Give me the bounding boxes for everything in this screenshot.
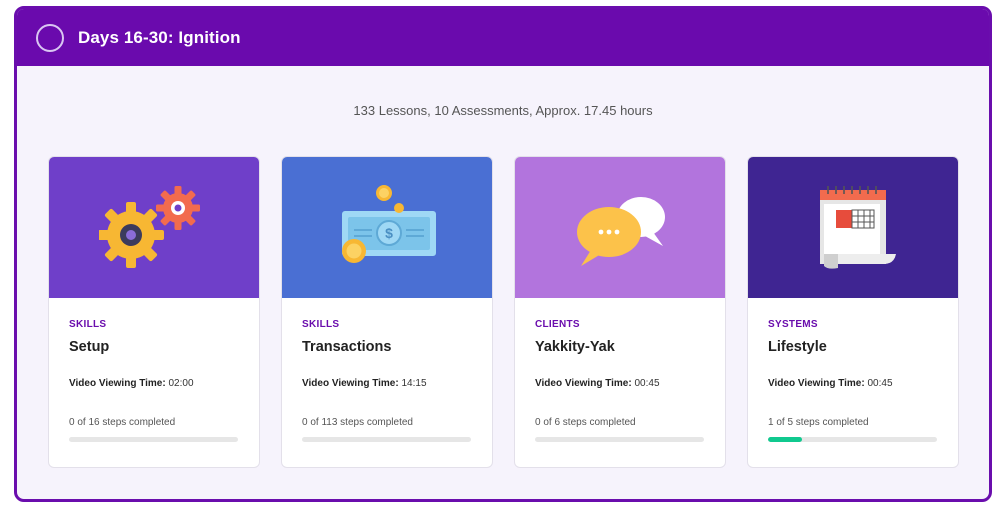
card-category: SKILLS <box>69 319 107 330</box>
video-time-label: Video Viewing Time: <box>768 378 865 389</box>
course-card-lifestyle[interactable]: SYSTEMS Lifestyle Video Viewing Time: 00… <box>747 156 959 468</box>
video-time-value: 00:45 <box>634 378 660 389</box>
card-category: SYSTEMS <box>768 319 818 330</box>
video-time-value: 14:15 <box>401 378 427 389</box>
course-section-panel: Days 16-30: Ignition 133 Lessons, 10 Ass… <box>14 6 992 502</box>
video-time-value: 02:00 <box>168 378 194 389</box>
card-hero <box>515 157 725 298</box>
progress-bar <box>302 437 471 442</box>
card-hero <box>748 157 958 298</box>
money-icon: $ <box>342 185 436 263</box>
card-video-time: Video Viewing Time: 00:45 <box>535 378 705 389</box>
card-hero <box>49 157 259 298</box>
card-steps-completed: 1 of 5 steps completed <box>768 417 869 428</box>
card-video-time: Video Viewing Time: 14:15 <box>302 378 472 389</box>
card-category: CLIENTS <box>535 319 580 330</box>
video-time-label: Video Viewing Time: <box>535 378 632 389</box>
card-title[interactable]: Lifestyle <box>768 339 938 355</box>
video-time-value: 00:45 <box>867 378 893 389</box>
section-summary: 133 Lessons, 10 Assessments, Approx. 17.… <box>353 103 653 118</box>
section-title: Days 16-30: Ignition <box>78 27 241 47</box>
chat-bubbles-icon <box>577 197 665 266</box>
course-card-transactions[interactable]: $ SKILLS Transactions Video Viewing Time… <box>281 156 493 468</box>
card-hero: $ <box>282 157 492 298</box>
completion-status-icon <box>36 23 64 52</box>
video-time-label: Video Viewing Time: <box>69 378 166 389</box>
progress-bar <box>768 437 937 442</box>
card-video-time: Video Viewing Time: 02:00 <box>69 378 239 389</box>
card-title[interactable]: Transactions <box>302 339 472 355</box>
card-title[interactable]: Setup <box>69 339 239 355</box>
card-video-time: Video Viewing Time: 00:45 <box>768 378 938 389</box>
video-time-label: Video Viewing Time: <box>302 378 399 389</box>
card-steps-completed: 0 of 6 steps completed <box>535 417 636 428</box>
gears-icon <box>99 186 200 268</box>
svg-text:$: $ <box>385 225 393 241</box>
card-category: SKILLS <box>302 319 340 330</box>
course-card-setup[interactable]: SKILLS Setup Video Viewing Time: 02:00 0… <box>48 156 260 468</box>
card-steps-completed: 0 of 113 steps completed <box>302 417 413 428</box>
card-title[interactable]: Yakkity-Yak <box>535 339 705 355</box>
progress-bar <box>69 437 238 442</box>
progress-fill <box>768 437 802 442</box>
card-steps-completed: 0 of 16 steps completed <box>69 417 176 428</box>
section-header[interactable]: Days 16-30: Ignition <box>17 9 989 66</box>
calendar-icon <box>820 186 896 269</box>
progress-bar <box>535 437 704 442</box>
course-card-yakkity-yak[interactable]: CLIENTS Yakkity-Yak Video Viewing Time: … <box>514 156 726 468</box>
